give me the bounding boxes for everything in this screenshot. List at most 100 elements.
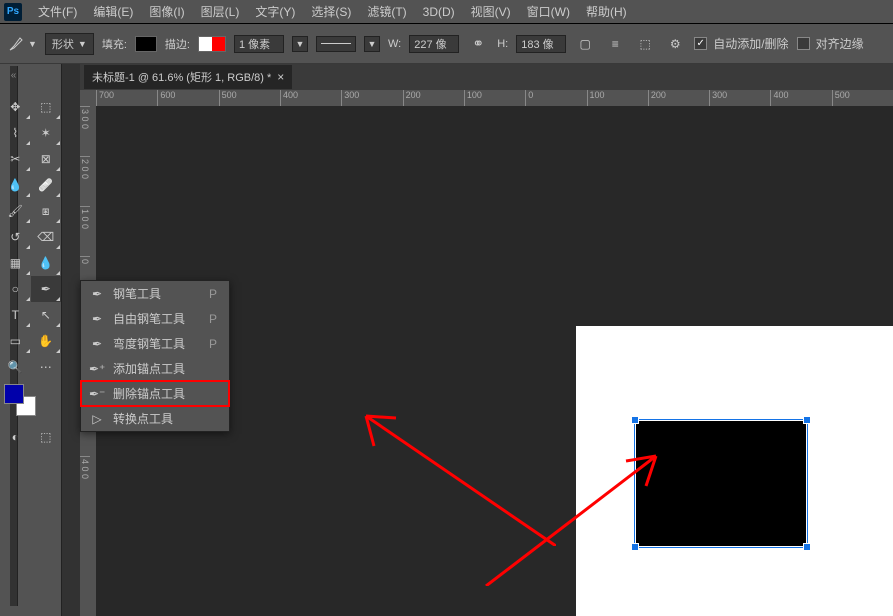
- gradient-tool[interactable]: ▦: [0, 250, 31, 276]
- frame-tool[interactable]: ⊠: [31, 146, 62, 172]
- checkbox-icon: [694, 37, 707, 50]
- quick-select-tool[interactable]: ✶: [31, 120, 62, 146]
- flyout-label: 删除锚点工具: [113, 385, 185, 402]
- ruler-tick: 400: [280, 90, 341, 106]
- auto-add-delete-checkbox[interactable]: 自动添加/删除: [694, 35, 788, 52]
- stroke-label: 描边:: [165, 36, 190, 52]
- fill-swatch[interactable]: [135, 36, 157, 52]
- ruler-tick: 100: [587, 90, 648, 106]
- menu-view[interactable]: 视图(V): [463, 1, 519, 22]
- flyout-label: 自由钢笔工具: [113, 310, 185, 327]
- color-picker: [0, 380, 61, 420]
- current-tool-indicator[interactable]: ▼: [8, 36, 37, 52]
- lasso-tool[interactable]: ⌇: [0, 120, 31, 146]
- menu-image[interactable]: 图像(I): [141, 1, 192, 22]
- flyout-pen-tool[interactable]: ✒ 钢笔工具 P: [81, 281, 229, 306]
- stroke-style-dropdown[interactable]: [316, 36, 356, 52]
- document-tabs: 未标题-1 @ 61.6% (矩形 1, RGB/8) * ×: [80, 64, 893, 90]
- edit-toolbar[interactable]: ⋯: [31, 354, 62, 380]
- menu-filter[interactable]: 滤镜(T): [359, 1, 414, 22]
- width-input[interactable]: [409, 35, 459, 53]
- menu-3d[interactable]: 3D(D): [415, 3, 463, 21]
- shape-mode-label: 形状: [52, 36, 74, 52]
- width-label: W:: [388, 38, 401, 50]
- spot-heal-tool[interactable]: 🩹: [31, 172, 62, 198]
- stroke-width-input[interactable]: [234, 35, 284, 53]
- foreground-color-swatch[interactable]: [4, 384, 24, 404]
- flyout-label: 添加锚点工具: [113, 360, 185, 377]
- shape-tool[interactable]: ▭: [0, 328, 31, 354]
- path-arrange-icon[interactable]: ⬚: [634, 33, 656, 55]
- quick-mask-toggle[interactable]: ◐: [0, 424, 31, 450]
- pen-plus-icon: ✒⁺: [89, 362, 105, 376]
- height-input[interactable]: [516, 35, 566, 53]
- ruler-tick: 500: [219, 90, 280, 106]
- menu-file[interactable]: 文件(F): [30, 1, 85, 22]
- height-label: H:: [497, 38, 508, 50]
- flyout-add-anchor-tool[interactable]: ✒⁺ 添加锚点工具: [81, 356, 229, 381]
- flyout-freeform-pen-tool[interactable]: ✒ 自由钢笔工具 P: [81, 306, 229, 331]
- menu-select[interactable]: 选择(S): [303, 1, 359, 22]
- auto-add-delete-label: 自动添加/删除: [713, 35, 788, 52]
- checkbox-icon: [797, 37, 810, 50]
- history-brush-tool[interactable]: ↺: [0, 224, 31, 250]
- ruler-tick: 200: [648, 90, 709, 106]
- menu-layer[interactable]: 图层(L): [193, 1, 248, 22]
- zoom-tool[interactable]: 🔍: [0, 354, 31, 380]
- flyout-label: 钢笔工具: [113, 285, 161, 302]
- stroke-swatch[interactable]: [198, 36, 226, 52]
- type-tool[interactable]: T: [0, 302, 31, 328]
- brush-tool[interactable]: 🖌: [0, 198, 31, 224]
- crop-tool[interactable]: ✂: [0, 146, 31, 172]
- document-tab-title: 未标题-1 @ 61.6% (矩形 1, RGB/8) *: [92, 69, 271, 85]
- pen-tool[interactable]: ✒: [31, 276, 62, 302]
- stroke-width-dropdown[interactable]: ▼: [292, 36, 308, 52]
- align-edges-label: 对齐边缘: [816, 35, 864, 52]
- horizontal-ruler[interactable]: 700 600 500 400 300 200 100 0 100 200 30…: [96, 90, 893, 106]
- hand-tool[interactable]: ✋: [31, 328, 62, 354]
- pen-minus-icon: ✒⁻: [89, 387, 105, 401]
- fill-label: 填充:: [102, 36, 127, 52]
- ruler-tick: 0: [525, 90, 586, 106]
- menu-window[interactable]: 窗口(W): [519, 1, 578, 22]
- dodge-tool[interactable]: ○: [0, 276, 31, 302]
- ruler-tick: 500: [832, 90, 893, 106]
- shape-mode-dropdown[interactable]: 形状 ▼: [45, 33, 94, 55]
- screen-mode-toggle[interactable]: ⬚: [31, 424, 62, 450]
- path-align-icon[interactable]: ≡: [604, 33, 626, 55]
- eraser-tool[interactable]: ⌫: [31, 224, 62, 250]
- align-edges-checkbox[interactable]: 对齐边缘: [797, 35, 864, 52]
- pen-icon: ✒: [89, 312, 105, 326]
- options-bar: ▼ 形状 ▼ 填充: 描边: ▼ ▼ W: H: ▢ ≡ ⬚ 自动添加/删除 对…: [0, 24, 893, 64]
- app-icon: Ps: [4, 3, 22, 21]
- ruler-tick: 600: [157, 90, 218, 106]
- ruler-tick: 1 0 0: [80, 206, 90, 256]
- path-ops-icon[interactable]: ▢: [574, 33, 596, 55]
- flyout-delete-anchor-tool[interactable]: ✒⁻ 删除锚点工具: [81, 381, 229, 406]
- path-select-tool[interactable]: ↖: [31, 302, 62, 328]
- menu-edit[interactable]: 编辑(E): [85, 1, 141, 22]
- settings-icon[interactable]: [664, 33, 686, 55]
- stamp-tool[interactable]: ⧆: [31, 198, 62, 224]
- eyedropper-tool[interactable]: 💧: [0, 172, 31, 198]
- ruler-corner[interactable]: [80, 90, 96, 106]
- annotation-arrow-icon: [476, 446, 676, 586]
- ruler-tick: 4 0 0: [80, 456, 90, 506]
- document-tab[interactable]: 未标题-1 @ 61.6% (矩形 1, RGB/8) * ×: [84, 65, 292, 89]
- ruler-tick: 300: [341, 90, 402, 106]
- ruler-tick: 400: [770, 90, 831, 106]
- pen-tool-flyout: ✒ 钢笔工具 P ✒ 自由钢笔工具 P ✒ 弯度钢笔工具 P ✒⁺ 添加锚点工具…: [80, 280, 230, 432]
- marquee-tool[interactable]: ⬚: [31, 94, 62, 120]
- convert-point-icon: ▷: [89, 412, 105, 426]
- link-wh-icon[interactable]: [467, 33, 489, 55]
- menu-help[interactable]: 帮助(H): [578, 1, 635, 22]
- close-icon[interactable]: ×: [277, 70, 284, 84]
- move-tool[interactable]: ✥: [0, 94, 31, 120]
- menu-type[interactable]: 文字(Y): [247, 1, 303, 22]
- blur-tool[interactable]: 💧: [31, 250, 62, 276]
- stroke-style-dd-arrow[interactable]: ▼: [364, 36, 380, 52]
- flyout-curvature-pen-tool[interactable]: ✒ 弯度钢笔工具 P: [81, 331, 229, 356]
- ruler-tick: 100: [464, 90, 525, 106]
- flyout-convert-point-tool[interactable]: ▷ 转换点工具: [81, 406, 229, 431]
- ruler-tick: 300: [709, 90, 770, 106]
